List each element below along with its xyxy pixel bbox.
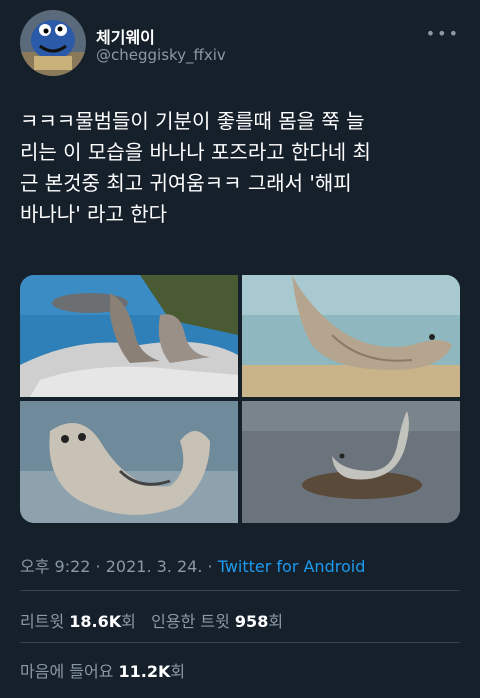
likes-count[interactable]: 11.2K — [119, 662, 171, 681]
likes-label: 마음에 들어요 — [20, 662, 114, 681]
likes-stats: 마음에 들어요 11.2K회 — [20, 658, 185, 682]
retweets-label: 리트윗 — [20, 612, 65, 631]
likes-unit: 회 — [170, 662, 186, 681]
tweet-source-link[interactable]: Twitter for Android — [218, 557, 366, 576]
tweet-header: 체기웨이 @cheggisky_ffxiv ••• — [20, 10, 460, 76]
meta-separator: · — [90, 557, 106, 576]
retweet-stats: 리트윗 18.6K회 인용한 트윗 958회 — [20, 608, 283, 632]
avatar[interactable] — [20, 10, 86, 76]
divider — [20, 590, 460, 591]
cookie-monster-avatar-icon — [20, 10, 86, 76]
tweet-time: 오후 9:22 — [20, 557, 91, 576]
seal-on-rock-photo[interactable] — [20, 275, 238, 397]
photo-grid — [20, 275, 460, 523]
seal-on-beach-photo[interactable] — [242, 275, 460, 397]
retweets-count[interactable]: 18.6K — [69, 612, 121, 631]
meta-separator: · — [202, 557, 218, 576]
quotes-unit: 회 — [268, 612, 284, 631]
quotes-count[interactable]: 958 — [235, 612, 268, 631]
tweet-meta: 오후 9:22 · 2021. 3. 24. · Twitter for And… — [20, 553, 365, 577]
seal-closeup-photo[interactable] — [20, 401, 238, 523]
more-icon[interactable]: ••• — [426, 24, 460, 43]
quotes-label: 인용한 트윗 — [151, 612, 230, 631]
divider — [20, 642, 460, 643]
display-name[interactable]: 체기웨이 — [96, 24, 155, 48]
user-handle[interactable]: @cheggisky_ffxiv — [96, 46, 226, 64]
tweet-text: ㅋㅋㅋ물범들이 기분이 좋를때 몸을 쭉 늘 리는 이 모습을 바나나 포즈라고… — [20, 109, 371, 226]
seal-on-stone-photo[interactable] — [242, 401, 460, 523]
tweet-date: 2021. 3. 24. — [105, 557, 203, 576]
retweets-unit: 회 — [121, 612, 136, 631]
